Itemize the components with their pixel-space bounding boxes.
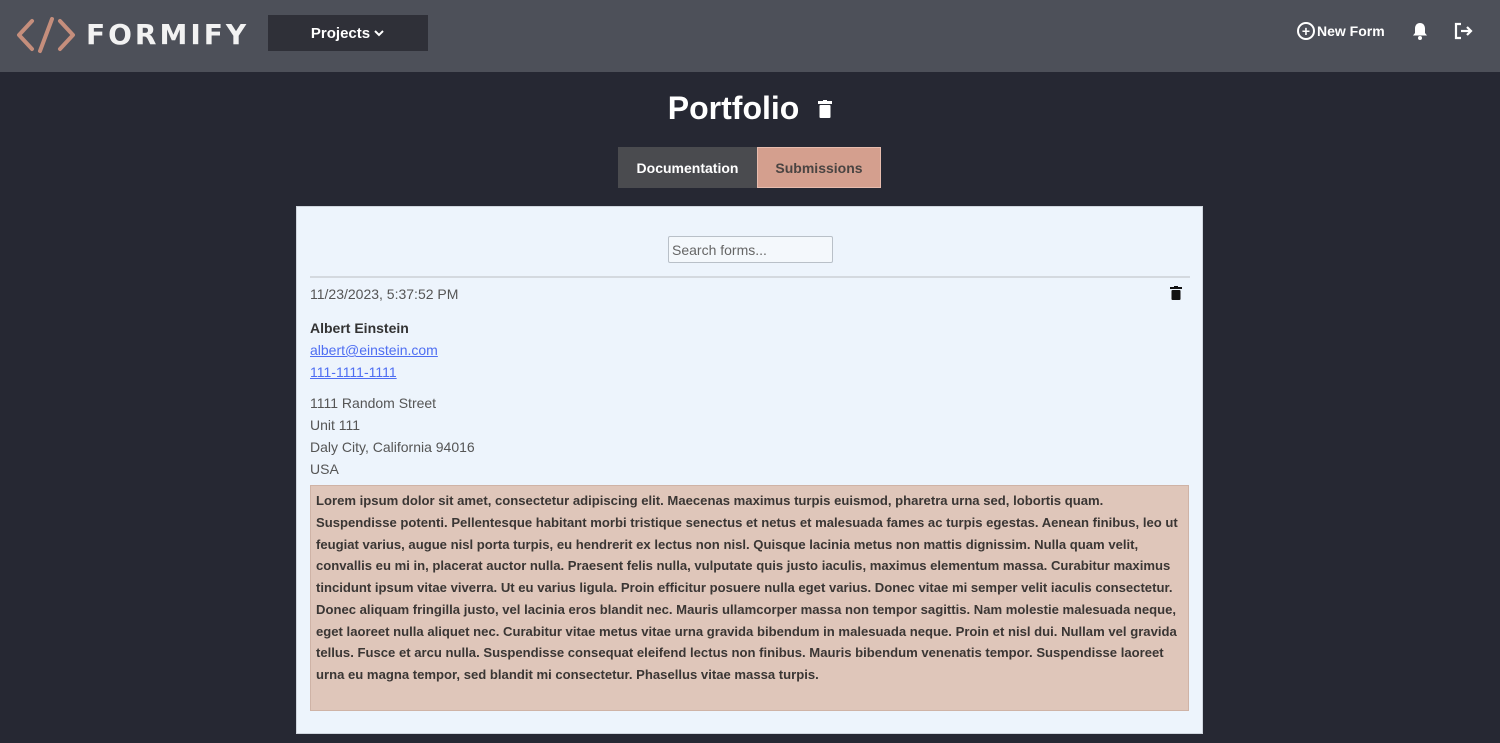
tab-bar: Documentation Submissions [618, 147, 881, 188]
submitter-email-link[interactable]: albert@einstein.com [310, 341, 438, 359]
submitter-phone-link[interactable]: 111-1111-1111 [310, 363, 397, 381]
address-line: 1111 Random Street [310, 395, 437, 411]
submitter-name: Albert Einstein [310, 320, 409, 336]
page-title-row: Portfolio [0, 86, 1500, 130]
new-form-button[interactable]: + New Form [1297, 20, 1385, 42]
chevron-down-icon [373, 27, 385, 39]
address-line: Unit 111 [310, 417, 361, 433]
logout-icon[interactable] [1452, 20, 1474, 42]
projects-label: Projects [310, 24, 371, 42]
bell-icon[interactable] [1410, 21, 1430, 41]
divider [310, 276, 1190, 278]
submissions-panel: 11/23/2023, 5:37:52 PM Albert Einstein a… [296, 206, 1203, 734]
submission-message: Lorem ipsum dolor sit amet, consectetur … [310, 485, 1189, 711]
submitter-address: 1111 Random Street Unit 111 Daly City, C… [310, 392, 475, 480]
address-line: Daly City, California 94016 [310, 439, 475, 455]
address-line: USA [310, 461, 339, 477]
code-brackets-logo-icon[interactable] [16, 16, 76, 54]
plus-circle-icon: + [1297, 22, 1315, 40]
submission-timestamp: 11/23/2023, 5:37:52 PM [310, 286, 459, 302]
new-form-label: New Form [1317, 23, 1385, 39]
delete-submission-trash-icon[interactable] [1170, 286, 1182, 300]
top-navbar: FORMIFY Projects + New Form [0, 0, 1500, 72]
brand-name[interactable]: FORMIFY [86, 18, 249, 52]
trash-icon[interactable] [818, 99, 833, 118]
search-input[interactable] [668, 236, 833, 263]
tab-submissions[interactable]: Submissions [757, 147, 881, 188]
tab-documentation[interactable]: Documentation [618, 147, 757, 188]
page-title: Portfolio [667, 90, 800, 126]
projects-dropdown-button[interactable]: Projects [268, 15, 428, 51]
